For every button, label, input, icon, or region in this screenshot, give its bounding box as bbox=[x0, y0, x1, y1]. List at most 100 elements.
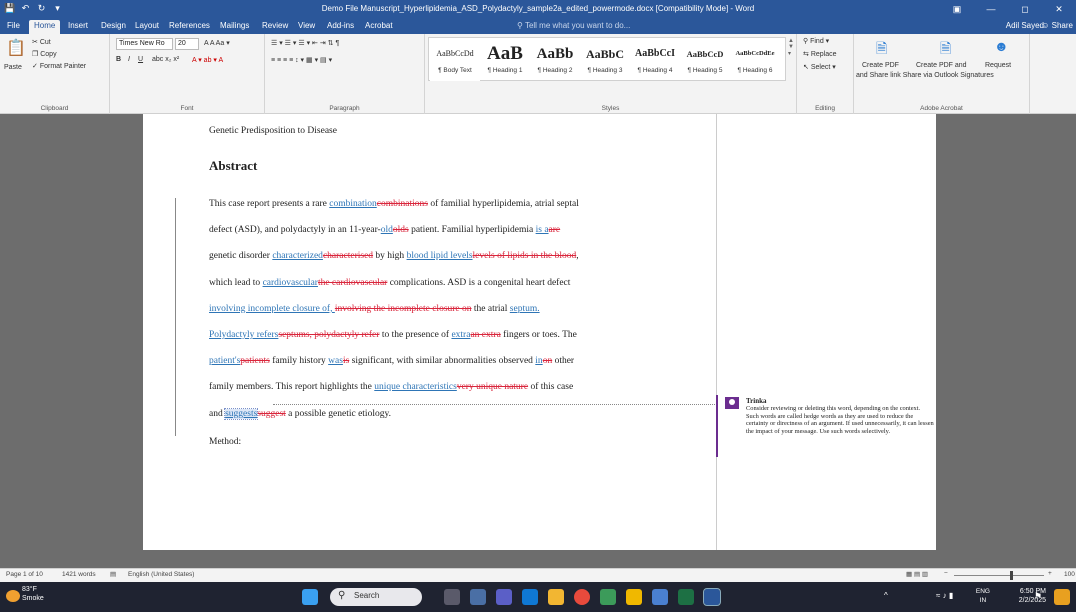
inserted-text[interactable]: septum. bbox=[510, 304, 540, 314]
bold-button[interactable]: B bbox=[116, 56, 121, 63]
text-run[interactable]: the atrial bbox=[472, 304, 510, 314]
deleted-text[interactable]: involving the incomplete closure on bbox=[335, 304, 472, 314]
task-view-icon[interactable] bbox=[470, 589, 486, 605]
strike-sub-super-icons[interactable]: abc x₂ x² bbox=[152, 56, 179, 63]
maximize-button[interactable]: ◻ bbox=[1008, 0, 1042, 18]
inserted-text[interactable]: characterized bbox=[272, 251, 323, 261]
text-run[interactable]: family history bbox=[270, 356, 328, 366]
create-pdf-button[interactable]: Create PDF bbox=[862, 62, 899, 69]
abstract-line[interactable]: This case report presents a rare combina… bbox=[209, 199, 579, 209]
tab-review[interactable]: Review bbox=[262, 21, 288, 30]
replace-button[interactable]: ⇆ Replace bbox=[803, 50, 837, 58]
deleted-text[interactable]: an extra bbox=[470, 330, 500, 340]
zoom-slider[interactable] bbox=[954, 575, 1044, 576]
cut-button[interactable]: ✂ Cut bbox=[32, 38, 51, 46]
font-name-box[interactable]: Times New Ro bbox=[116, 38, 173, 50]
font-color-icon[interactable]: A ▾ ab ▾ A bbox=[192, 56, 223, 64]
deleted-text[interactable]: on bbox=[543, 356, 553, 366]
abstract-line[interactable]: involving incomplete closure of, involvi… bbox=[209, 304, 540, 314]
outlook-icon[interactable] bbox=[522, 589, 538, 605]
zoom-out-icon[interactable]: − bbox=[944, 570, 948, 577]
tell-me-box[interactable]: ⚲ Tell me what you want to do... bbox=[517, 21, 630, 30]
text-run[interactable]: , bbox=[576, 251, 578, 261]
grow-font-icon[interactable]: A A Aa ▾ bbox=[204, 39, 230, 47]
close-button[interactable]: ✕ bbox=[1042, 0, 1076, 18]
tab-design[interactable]: Design bbox=[101, 21, 126, 30]
text-run[interactable]: patient. Familial hyperlipidemia bbox=[409, 225, 536, 235]
tab-layout[interactable]: Layout bbox=[135, 21, 159, 30]
zoom-level[interactable]: 100 bbox=[1064, 571, 1075, 578]
text-run[interactable]: family members. This report highlights t… bbox=[209, 382, 374, 392]
minimize-button[interactable]: — bbox=[974, 0, 1008, 18]
weather-widget[interactable]: 83°F Smoke bbox=[22, 585, 44, 603]
style-heading-3[interactable]: AaBbC ¶ Heading 3 bbox=[580, 41, 630, 81]
style-heading-1[interactable]: AaB ¶ Heading 1 bbox=[480, 41, 530, 81]
flagged-word[interactable]: suggests bbox=[224, 407, 259, 420]
style-body-text[interactable]: AaBbCcDd ¶ Body Text bbox=[430, 41, 480, 81]
tab-view[interactable]: View bbox=[298, 21, 315, 30]
font-size-box[interactable]: 20 bbox=[175, 38, 199, 50]
zoom-in-icon[interactable]: + bbox=[1048, 570, 1052, 577]
deleted-text[interactable]: characterised bbox=[323, 251, 373, 261]
text-run[interactable]: complications. ASD is a congenital heart… bbox=[387, 278, 571, 288]
styles-scroll-icon[interactable]: ▲ ▼ ▾ bbox=[788, 38, 794, 57]
deleted-text[interactable]: septums, polydactyly refer bbox=[278, 330, 379, 340]
tab-acrobat[interactable]: Acrobat bbox=[365, 21, 393, 30]
deleted-text[interactable]: combinations bbox=[377, 199, 428, 209]
create-pdf-share-icon[interactable]: 🗎 bbox=[940, 38, 951, 62]
create-pdf-share-button[interactable]: Create PDF and bbox=[916, 62, 967, 69]
tab-mailings[interactable]: Mailings bbox=[220, 21, 249, 30]
taskbar-search[interactable]: ⚲ Search bbox=[330, 588, 422, 606]
inserted-text[interactable]: cardiovascular bbox=[263, 278, 318, 288]
abstract-line[interactable]: patient'spatients family history wasis s… bbox=[209, 356, 574, 366]
text-run[interactable]: This case report presents a rare bbox=[209, 199, 329, 209]
excel-icon[interactable] bbox=[678, 589, 694, 605]
tab-home[interactable]: Home bbox=[29, 20, 61, 34]
style-heading-5[interactable]: AaBbCcD ¶ Heading 5 bbox=[680, 41, 730, 81]
style-heading-4[interactable]: AaBbCcI ¶ Heading 4 bbox=[630, 41, 680, 81]
deleted-text[interactable]: patients bbox=[240, 356, 270, 366]
start-icon[interactable] bbox=[302, 589, 318, 605]
text-run[interactable]: by high bbox=[373, 251, 407, 261]
text-run[interactable]: significant, with similar abnormalities … bbox=[349, 356, 535, 366]
text-run[interactable]: to the presence of bbox=[379, 330, 451, 340]
word-count[interactable]: 1421 words bbox=[62, 571, 96, 578]
widgets-icon[interactable] bbox=[444, 589, 460, 605]
inserted-text[interactable]: involving incomplete closure of, bbox=[209, 304, 335, 314]
tab-file[interactable]: File bbox=[7, 21, 20, 30]
word-icon[interactable] bbox=[703, 588, 721, 606]
comment-card[interactable]: Trinka Consider reviewing or deleting th… bbox=[716, 395, 934, 457]
style-heading-6[interactable]: AaBbCcDdEe ¶ Heading 6 bbox=[730, 41, 780, 81]
security-icon[interactable] bbox=[652, 589, 668, 605]
app-icon[interactable] bbox=[626, 589, 642, 605]
text-run[interactable]: genetic disorder bbox=[209, 251, 272, 261]
wifi-volume-battery-icons[interactable]: ≈ ♪ ▮ bbox=[936, 591, 953, 600]
page-count[interactable]: Page 1 of 10 bbox=[6, 571, 43, 578]
deleted-text[interactable]: suggest bbox=[257, 409, 286, 419]
abstract-line[interactable]: genetic disorder characterizedcharacteri… bbox=[209, 251, 579, 261]
text-run[interactable]: a possible genetic etiology. bbox=[286, 409, 391, 419]
zoom-slider-thumb[interactable] bbox=[1010, 571, 1013, 580]
inserted-text[interactable]: in bbox=[535, 356, 542, 366]
copilot-icon[interactable] bbox=[1054, 589, 1070, 605]
user-name[interactable]: Adil Sayed bbox=[1006, 21, 1044, 30]
text-run[interactable]: of this case bbox=[528, 382, 573, 392]
italic-button[interactable]: I bbox=[128, 56, 130, 63]
deleted-text[interactable]: levels of lipids in the blood bbox=[473, 251, 577, 261]
weather-icon[interactable] bbox=[6, 590, 20, 602]
abstract-line[interactable]: which lead to cardiovascularthe cardiova… bbox=[209, 278, 570, 288]
teams-icon[interactable] bbox=[496, 589, 512, 605]
ribbon-display-icon[interactable]: ▣ bbox=[940, 0, 974, 18]
inserted-text[interactable]: patient's bbox=[209, 356, 240, 366]
find-button[interactable]: ⚲ Find ▾ bbox=[803, 37, 829, 45]
text-run[interactable]: which lead to bbox=[209, 278, 263, 288]
text-run[interactable]: defect (ASD), and polydactyly in an 11-y… bbox=[209, 225, 381, 235]
format-painter-button[interactable]: ✓ Format Painter bbox=[32, 62, 86, 70]
tab-insert[interactable]: Insert bbox=[68, 21, 88, 30]
deleted-text[interactable]: the cardiovascular bbox=[318, 278, 387, 288]
request-signatures-button[interactable]: Request bbox=[985, 62, 1011, 69]
text-run[interactable]: fingers or toes. The bbox=[501, 330, 577, 340]
inserted-text[interactable]: unique characteristics bbox=[374, 382, 457, 392]
inserted-text[interactable]: blood lipid levels bbox=[407, 251, 473, 261]
paste-icon[interactable]: 📋 bbox=[6, 38, 26, 58]
